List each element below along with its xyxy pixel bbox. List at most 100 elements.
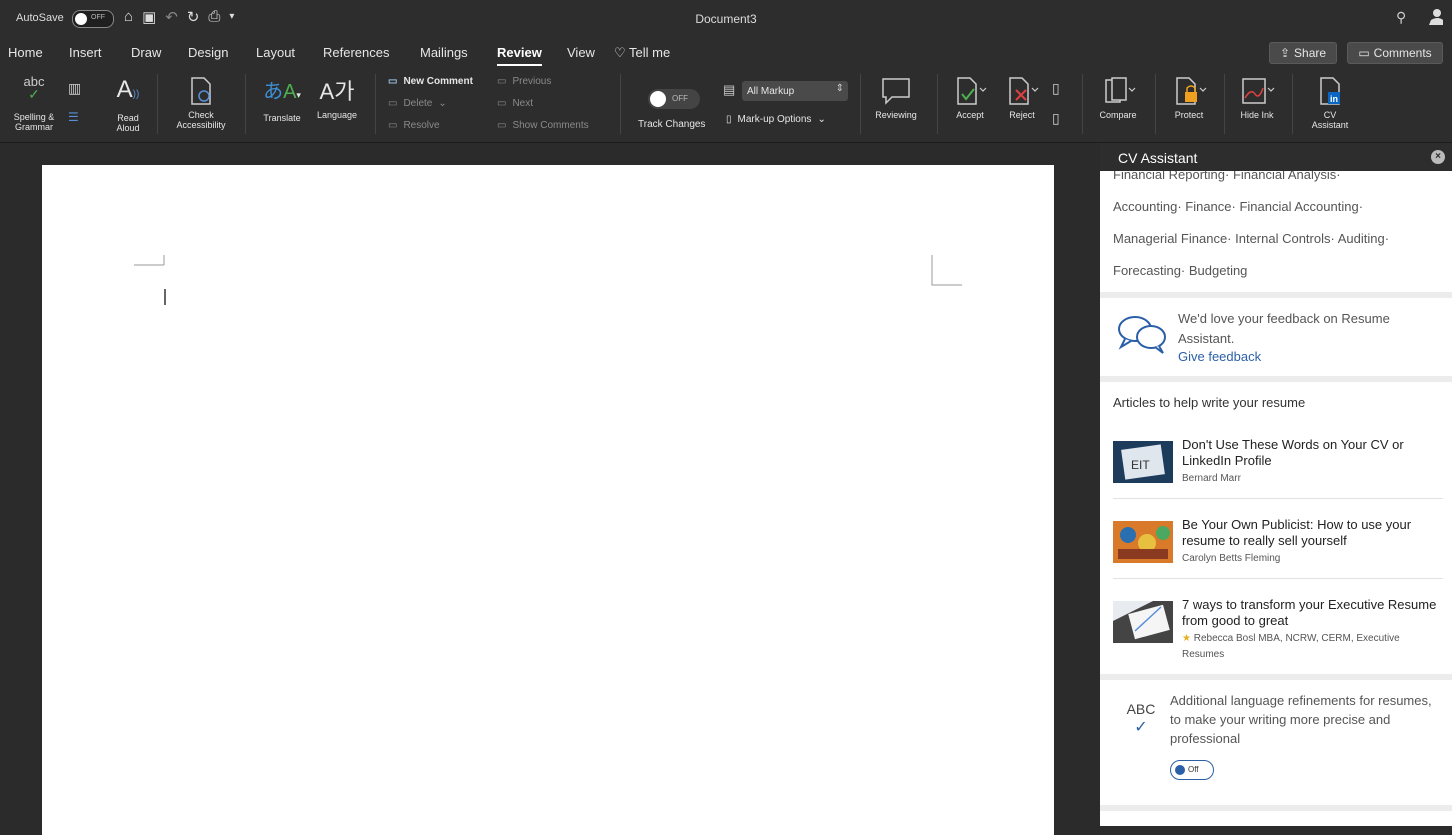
ribbon-tabs: Home Insert Draw Design Layout Reference… <box>0 38 1452 68</box>
next-comment-icon: ▭ <box>497 98 507 109</box>
protect-button[interactable]: Protect <box>1164 76 1214 120</box>
previous-comment-icon: ▭ <box>497 76 507 87</box>
next-comment-button[interactable]: ▭ Next <box>497 98 533 109</box>
track-changes-toggle[interactable]: OFF <box>648 89 700 109</box>
share-button[interactable]: ⇪ Share <box>1269 42 1337 64</box>
chevron-down-icon: ⌄ <box>438 98 447 109</box>
resolve-icon: ▭ <box>388 120 398 131</box>
hide-ink-button[interactable]: Hide Ink <box>1232 76 1282 120</box>
reject-icon <box>1009 77 1039 105</box>
give-feedback-link[interactable]: Give feedback <box>1178 349 1261 364</box>
track-changes-label: Track Changes <box>638 119 706 130</box>
tab-home[interactable]: Home <box>8 45 43 60</box>
article-author: Carolyn Betts Fleming <box>1182 553 1281 564</box>
new-comment-button[interactable]: ▭ New Comment <box>388 76 473 87</box>
chevron-down-icon: ⌄ <box>817 114 826 125</box>
document-icon: ▯ <box>726 114 732 125</box>
next-change-icon[interactable]: ▯ <box>1052 110 1060 127</box>
language-button[interactable]: A가 Language <box>310 78 364 120</box>
tab-review[interactable]: Review <box>497 45 542 66</box>
reviewing-icon <box>882 78 910 105</box>
comment-icon: ▭ <box>1358 46 1370 60</box>
article-author: Bernard Marr <box>1182 473 1241 484</box>
document-title: Document3 <box>695 12 757 26</box>
delete-comment-button[interactable]: ▭ Delete ⌄ <box>388 98 447 109</box>
feedback-text: We'd love your feedback on Resume Assist… <box>1178 311 1390 346</box>
accessibility-icon <box>191 77 211 105</box>
tab-references[interactable]: References <box>323 45 389 60</box>
resolve-button[interactable]: ▭ Resolve <box>388 120 440 131</box>
star-icon: ★ <box>1182 633 1191 644</box>
skills-line: Managerial Finance· Internal Controls· A… <box>1113 231 1390 246</box>
previous-comment-button[interactable]: ▭ Previous <box>497 76 551 87</box>
markup-select[interactable]: All Markup ⇕ <box>742 81 848 101</box>
word-count-icon[interactable]: ☰ <box>68 110 79 124</box>
thesaurus-icon[interactable]: ▥ <box>68 80 81 97</box>
linkedin-document-icon: in <box>1320 77 1340 105</box>
article-thumbnail <box>1113 521 1173 563</box>
hide-ink-icon <box>1242 78 1275 104</box>
refinement-text: Additional language refinements for resu… <box>1170 693 1432 746</box>
comments-button[interactable]: ▭ Comments <box>1347 42 1443 64</box>
lightbulb-icon: ♡ <box>614 45 626 60</box>
lock-icon <box>1176 77 1207 105</box>
skills-line: Accounting· Finance· Financial Accountin… <box>1113 199 1364 214</box>
tab-mailings[interactable]: Mailings <box>420 45 468 60</box>
close-icon[interactable]: × <box>1431 150 1445 164</box>
cv-assistant-pane: Financial Reporting· Financial Analysis·… <box>1100 143 1452 826</box>
read-aloud-icon: A)) <box>116 76 140 103</box>
read-aloud-button[interactable]: A)) Read Aloud <box>108 76 148 133</box>
reject-button[interactable]: Reject <box>998 76 1046 120</box>
margin-marks <box>134 255 962 311</box>
pane-title: CV Assistant <box>1118 150 1198 166</box>
svg-text:EIT: EIT <box>1131 458 1150 472</box>
markup-icon: ▤ <box>723 82 736 97</box>
accept-icon <box>957 77 987 105</box>
tab-layout[interactable]: Layout <box>256 45 295 60</box>
tab-draw[interactable]: Draw <box>131 45 161 60</box>
tab-design[interactable]: Design <box>188 45 228 60</box>
show-comments-button[interactable]: ▭ Show Comments <box>497 120 589 131</box>
cv-assistant-button[interactable]: in CV Assistant <box>1302 76 1358 130</box>
new-comment-icon: ▭ <box>388 76 398 87</box>
profile-icon[interactable] <box>1426 8 1444 26</box>
article-title[interactable]: Don't Use These Words on Your CV or Link… <box>1182 437 1444 469</box>
articles-heading: Articles to help write your resume <box>1113 395 1306 410</box>
delete-comment-icon: ▭ <box>388 98 398 109</box>
article-thumbnail: EIT <box>1113 441 1173 483</box>
abc-check-icon: ABC ✓ <box>1126 701 1156 736</box>
select-arrows-icon: ⇕ <box>835 83 844 94</box>
svg-text:in: in <box>1330 94 1338 104</box>
article-title[interactable]: 7 ways to transform your Executive Resum… <box>1182 597 1444 629</box>
document-page[interactable] <box>42 165 1054 835</box>
article-thumbnail <box>1113 601 1173 643</box>
tab-insert[interactable]: Insert <box>69 45 102 60</box>
article-title[interactable]: Be Your Own Publicist: How to use your r… <box>1182 517 1444 549</box>
check-accessibility-button[interactable]: Check Accessibility <box>167 76 235 130</box>
translate-icon: あA▾ <box>263 81 301 103</box>
title-bar: AutoSave OFF ⌂ ▣ ↶ ↻ ⎙ ▾ Document3 ⚲ <box>0 0 1452 38</box>
accept-button[interactable]: Accept <box>946 76 994 120</box>
tell-me-label: Tell me <box>629 45 671 60</box>
show-comments-icon: ▭ <box>497 120 507 131</box>
language-icon: A가 <box>319 79 355 104</box>
markup-options-button[interactable]: ▯ Mark-up Options ⌄ <box>726 114 826 125</box>
tab-view[interactable]: View <box>567 45 595 60</box>
spelling-grammar-button[interactable]: abc ✓ Spelling & Grammar <box>6 74 62 132</box>
review-ribbon: abc ✓ Spelling & Grammar ▥ ☰ A)) Read Alo… <box>0 68 1452 143</box>
share-icon: ⇪ <box>1279 46 1291 60</box>
article-author: ★ Rebecca Bosl MBA, NCRW, CERM, Executiv… <box>1182 633 1400 660</box>
document-canvas <box>0 143 1100 835</box>
translate-button[interactable]: あA▾ Translate <box>254 78 310 123</box>
feedback-chat-icon <box>1118 316 1166 354</box>
skills-line: Forecasting· Budgeting <box>1113 263 1248 278</box>
spelling-icon: abc ✓ <box>23 74 45 102</box>
tab-tell-me[interactable]: ♡ Tell me <box>614 45 670 61</box>
previous-change-icon[interactable]: ▯ <box>1052 80 1060 97</box>
reviewing-pane-button[interactable]: Reviewing <box>866 76 926 120</box>
refinement-toggle[interactable]: Off <box>1170 760 1214 780</box>
search-icon[interactable]: ⚲ <box>1396 9 1406 26</box>
compare-icon <box>1105 77 1136 103</box>
compare-button[interactable]: Compare <box>1090 76 1146 120</box>
pane-header: CV Assistant × <box>1100 143 1452 171</box>
